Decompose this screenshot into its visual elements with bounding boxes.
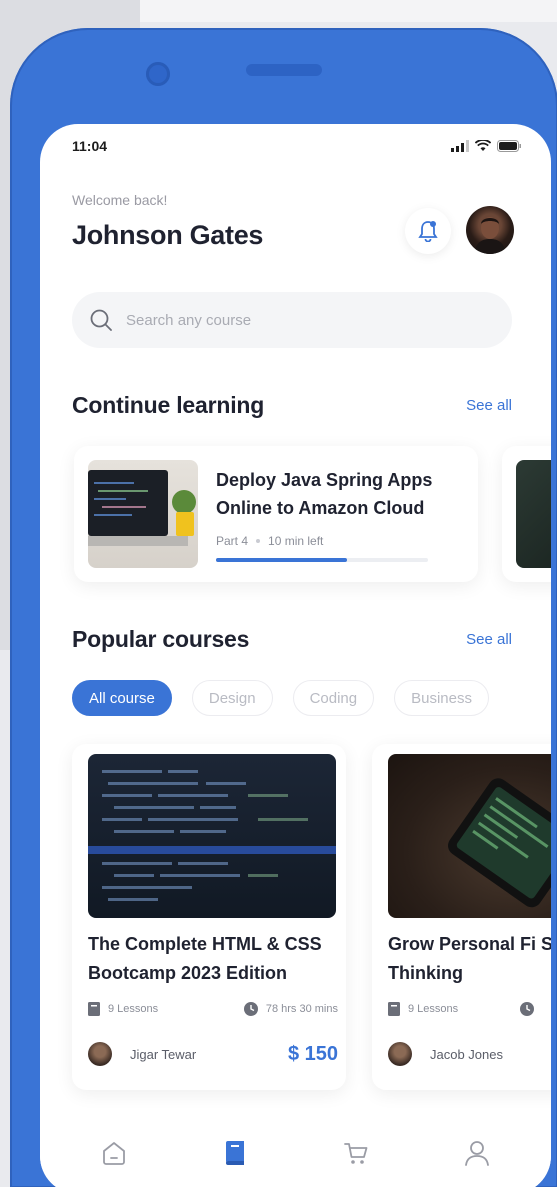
battery-icon (497, 140, 521, 152)
course-time-left: 10 min left (268, 534, 324, 548)
status-icons (451, 140, 521, 152)
course-author: Jigar Tewar (88, 1042, 196, 1066)
app-screen: 11:04 Welcome back! Johnson Gates Search… (40, 124, 551, 1187)
course-part: Part 4 (216, 534, 249, 548)
status-bar: 11:04 (72, 136, 521, 156)
phone-photo-image (448, 778, 551, 908)
earpiece-speaker (246, 64, 322, 76)
continue-course-card[interactable]: Deploy Java Spring Apps Online to Amazon… (74, 446, 478, 582)
search-icon (90, 309, 112, 331)
welcome-text: Welcome back! (72, 192, 168, 208)
filter-chip-coding[interactable]: Coding (292, 680, 375, 716)
bottom-navigation (40, 1112, 551, 1187)
course-card[interactable]: Grow Personal Fi Security Thinking 9 Les… (372, 744, 551, 1090)
profile-icon (464, 1141, 489, 1166)
author-avatar (388, 1042, 412, 1066)
home-icon (103, 1142, 126, 1165)
course-progress-fill (216, 558, 348, 562)
front-camera (146, 62, 170, 86)
notification-button[interactable] (405, 208, 451, 254)
course-author: Jacob Jones (388, 1042, 503, 1066)
course-meta: 9 Lessons 78 hrs 30 mins (88, 1002, 338, 1016)
course-thumbnail (88, 460, 198, 568)
continue-learning-title: Continue learning (72, 392, 265, 418)
clock-icon (520, 1002, 534, 1016)
nav-cart[interactable] (336, 1133, 376, 1173)
filter-chip-design[interactable]: Design (191, 680, 273, 716)
course-footer: Jacob Jones (388, 1042, 551, 1066)
continue-course-meta: Part 4 10 min left (216, 534, 323, 548)
popular-see-all-link[interactable]: See all (466, 631, 512, 648)
author-name: Jigar Tewar (130, 1046, 197, 1062)
laptop-illustration (88, 470, 168, 536)
course-price: $ 150 (287, 1042, 338, 1065)
avatar-portrait (474, 217, 506, 254)
bell-icon (418, 221, 438, 242)
continue-see-all-link[interactable]: See all (466, 397, 512, 414)
user-avatar[interactable] (466, 206, 514, 254)
course-card[interactable]: The Complete HTML & CSS Bootcamp 2023 Ed… (72, 744, 346, 1090)
course-title: Grow Personal Fi Security Thinking (388, 934, 551, 983)
status-time: 11:04 (72, 138, 108, 154)
wifi-icon (475, 140, 491, 151)
course-thumbnail (388, 754, 551, 918)
course-progress-bar (216, 558, 428, 562)
book-icon (88, 1002, 100, 1016)
continue-course-card-next[interactable] (502, 446, 551, 582)
popular-courses-title: Popular courses (72, 626, 250, 652)
nav-home[interactable] (94, 1133, 134, 1173)
course-duration: 78 hrs 30 mins (265, 1003, 338, 1015)
user-name: Johnson Gates (72, 220, 264, 250)
course-lessons: 9 Lessons (408, 1003, 459, 1015)
search-bar[interactable] (72, 292, 512, 348)
author-name: Jacob Jones (430, 1046, 503, 1062)
filter-chip-all[interactable]: All course (72, 680, 172, 716)
search-input[interactable] (126, 311, 486, 329)
cart-icon (343, 1143, 368, 1164)
background-strip (140, 0, 557, 22)
filter-chip-business[interactable]: Business (394, 680, 489, 716)
course-filter-chips: All course Design Coding Business (72, 680, 489, 716)
phone-frame: 11:04 Welcome back! Johnson Gates Search… (10, 28, 557, 1187)
continue-course-title: Deploy Java Spring Apps Online to Amazon… (216, 470, 433, 518)
book-icon (226, 1141, 245, 1165)
course-title: The Complete HTML & CSS Bootcamp 2023 Ed… (88, 934, 322, 983)
nav-courses[interactable] (215, 1133, 255, 1173)
course-thumbnail (516, 460, 551, 568)
course-footer: Jigar Tewar $ 150 (88, 1042, 338, 1066)
code-screen-image (88, 770, 336, 901)
book-icon (388, 1002, 400, 1016)
course-thumbnail (88, 754, 336, 918)
nav-profile[interactable] (457, 1133, 497, 1173)
course-lessons: 9 Lessons (108, 1003, 159, 1015)
clock-icon (243, 1002, 258, 1016)
course-meta: 9 Lessons (388, 1002, 551, 1016)
author-avatar (88, 1042, 112, 1066)
signal-icon (451, 140, 469, 152)
